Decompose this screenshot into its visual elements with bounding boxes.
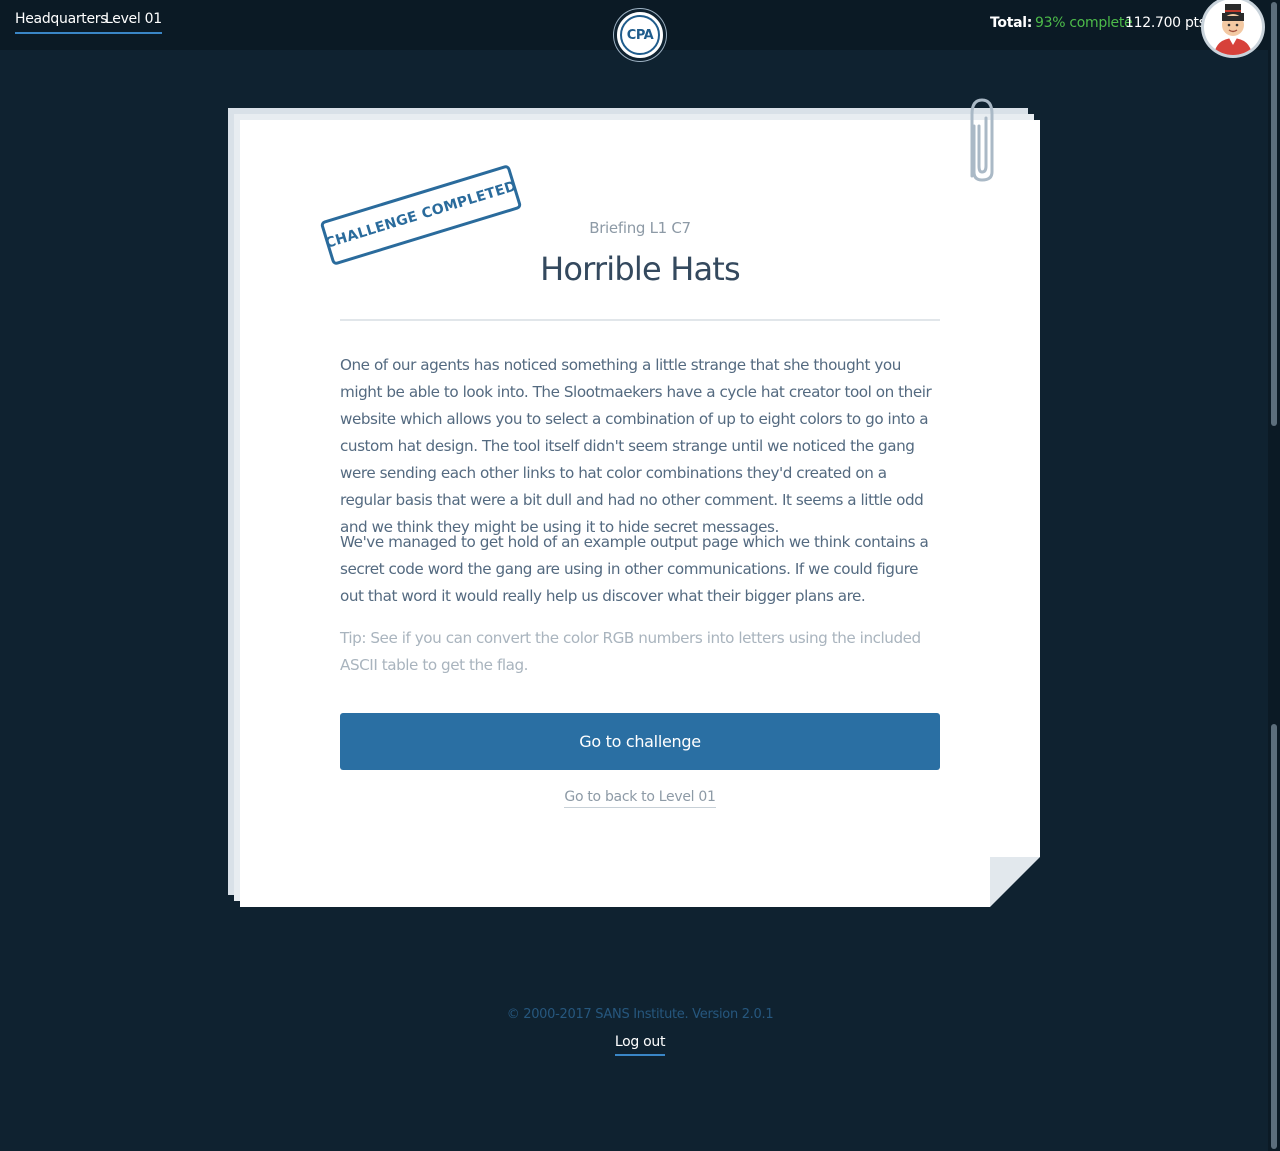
scrollbar-thumb-bottom[interactable] bbox=[1271, 724, 1277, 1149]
folded-corner-icon bbox=[990, 857, 1040, 907]
cpa-logo[interactable]: CPA bbox=[614, 9, 666, 61]
logout-link[interactable]: Log out bbox=[614, 1034, 665, 1056]
scrollbar[interactable] bbox=[1268, 0, 1280, 1151]
title-divider bbox=[340, 319, 940, 321]
footer-copyright: © 2000-2017 SANS Institute. Version 2.0.… bbox=[506, 1007, 774, 1022]
go-to-challenge-button[interactable]: Go to challenge bbox=[340, 713, 940, 770]
cpa-logo-text: CPA bbox=[620, 15, 660, 55]
paperclip-icon bbox=[970, 98, 994, 182]
back-to-level-link-wrapper: Go to back to Level 01 bbox=[340, 789, 940, 808]
agent-avatar-icon bbox=[1214, 4, 1252, 55]
briefing-tip: Tip: See if you can convert the color RG… bbox=[340, 629, 921, 674]
briefing-paragraph: We've managed to get hold of an example … bbox=[340, 533, 929, 605]
briefing-subtitle: Briefing L1 C7 bbox=[589, 219, 691, 237]
total-label: Total: bbox=[990, 15, 1033, 31]
logout-wrapper: Log out bbox=[540, 1034, 740, 1056]
scrollbar-thumb-top[interactable] bbox=[1271, 2, 1277, 426]
breadcrumb-headquarters[interactable]: Headquarters bbox=[15, 11, 108, 34]
back-to-level-link[interactable]: Go to back to Level 01 bbox=[564, 789, 716, 808]
breadcrumb-level-01[interactable]: Level 01 bbox=[105, 11, 162, 34]
page-title: Horrible Hats bbox=[540, 250, 741, 288]
points-total: 112.700 pts bbox=[1125, 15, 1206, 31]
briefing-paragraph: One of our agents has noticed something … bbox=[340, 356, 932, 536]
completion-status: 93% complete bbox=[1035, 15, 1133, 31]
